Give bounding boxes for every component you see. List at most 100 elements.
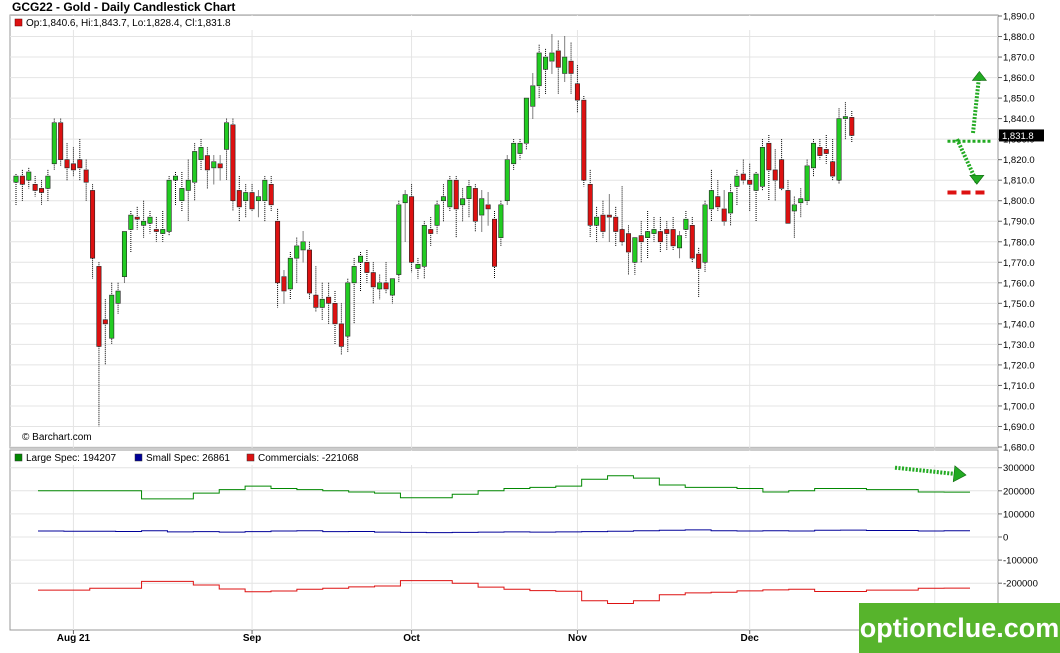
- candle-down: [568, 60, 574, 74]
- candle-down: [696, 253, 702, 269]
- candle-up: [791, 204, 797, 212]
- candle-up: [434, 204, 440, 226]
- candle-up: [543, 56, 549, 70]
- y-tick-label: 1,720.0: [1003, 360, 1035, 371]
- candle-up: [632, 237, 638, 263]
- candle-up: [389, 278, 395, 296]
- candle-up: [810, 142, 816, 169]
- candle-up: [211, 161, 217, 169]
- candle-up: [166, 179, 172, 232]
- candle-up: [351, 266, 357, 284]
- candle-up: [377, 282, 383, 290]
- candle-down: [338, 323, 344, 347]
- candle-down: [306, 249, 312, 294]
- candle-down: [204, 155, 210, 171]
- candle-up: [185, 179, 191, 191]
- candle-down: [364, 261, 370, 273]
- chart-credit: © Barchart.com: [22, 432, 92, 443]
- candle-up: [109, 294, 115, 339]
- last-price-label: 1,831.8: [1002, 131, 1034, 142]
- candle-down: [268, 183, 274, 206]
- candle-down: [275, 220, 281, 284]
- candle-down: [453, 179, 459, 210]
- watermark-logo: optionclue.com: [859, 603, 1060, 653]
- candle-up: [651, 229, 657, 234]
- chart-canvas: GCG22 - Gold - Daily Candlestick Chart 1…: [9, 0, 1044, 644]
- candle-down: [574, 83, 580, 101]
- y-tick-label: 1,770.0: [1003, 258, 1035, 269]
- candle-up: [300, 241, 306, 251]
- candle-up: [798, 198, 804, 204]
- candle-down: [32, 183, 38, 191]
- candle-down: [236, 190, 242, 208]
- candle-down: [332, 303, 338, 325]
- y-tick-label: 1,750.0: [1003, 299, 1035, 310]
- y-tick-label: 1,870.0: [1003, 53, 1035, 64]
- candle-up: [517, 142, 523, 154]
- ohlc-color-swatch: [14, 18, 23, 27]
- candle-down: [785, 190, 791, 224]
- candle-down: [849, 117, 855, 136]
- candle-up: [128, 214, 134, 230]
- watermark-text: optionclue.com: [859, 612, 1060, 643]
- candle-down: [779, 159, 785, 189]
- y-tick-label: 1,690.0: [1003, 422, 1035, 433]
- candle-down: [491, 218, 497, 267]
- candle-up: [466, 186, 472, 199]
- candle-down: [555, 50, 561, 68]
- y-tick-label: 1,680.0: [1003, 443, 1035, 454]
- chart-title: GCG22 - Gold - Daily Candlestick Chart: [12, 0, 235, 14]
- candle-down: [664, 229, 670, 234]
- candle-down: [747, 179, 753, 185]
- y-tick-label: 300000: [1003, 463, 1035, 474]
- cot-frame: [9, 449, 999, 631]
- candle-up: [115, 290, 121, 304]
- candle-down: [587, 183, 593, 226]
- candle-down: [740, 173, 746, 181]
- x-tick-label: Dec: [741, 633, 760, 644]
- y-tick-label: 1,790.0: [1003, 217, 1035, 228]
- candle-down: [96, 266, 102, 347]
- candle-up: [402, 194, 408, 204]
- candle-down: [817, 147, 823, 156]
- candle-up: [728, 192, 734, 214]
- candle-down: [383, 282, 389, 290]
- candle-up: [440, 196, 446, 202]
- y-tick-label: 1,850.0: [1003, 94, 1035, 105]
- candle-up: [447, 179, 453, 208]
- y-tick-label: 1,780.0: [1003, 237, 1035, 248]
- candle-down: [281, 276, 287, 292]
- candle-up: [536, 52, 542, 87]
- y-tick-label: 1,880.0: [1003, 32, 1035, 43]
- candle-up: [13, 175, 19, 183]
- candle-up: [147, 216, 153, 224]
- candle-up: [511, 142, 517, 165]
- y-tick-label: 1,740.0: [1003, 319, 1035, 330]
- candle-up: [734, 175, 740, 187]
- candle-up: [702, 204, 708, 263]
- x-axis: Aug 21SepOctNovDecJan: [57, 630, 943, 644]
- candle-up: [287, 257, 293, 290]
- y-tick-label: 1,810.0: [1003, 176, 1035, 187]
- y-tick-label: 1,890.0: [1003, 12, 1035, 23]
- legend-entry: Small Spec: 26861: [146, 453, 230, 464]
- candle-up: [677, 235, 683, 249]
- candle-up: [421, 225, 427, 267]
- candle-down: [625, 233, 631, 253]
- y-tick-label: 1,860.0: [1003, 73, 1035, 84]
- candle-up: [759, 147, 765, 187]
- candle-up: [594, 216, 600, 226]
- candle-down: [102, 319, 108, 325]
- candle-up: [262, 179, 268, 202]
- candle-up: [345, 282, 351, 337]
- candle-down: [721, 208, 727, 222]
- legend-swatch: [134, 453, 143, 462]
- candle-down: [485, 204, 491, 210]
- candle-up: [224, 122, 230, 150]
- candle-up: [562, 56, 568, 74]
- candle-down: [619, 229, 625, 243]
- x-tick-label: Oct: [403, 633, 420, 644]
- ohlc-readout: Op:1,840.6, Hi:1,843.7, Lo:1,828.4, Cl:1…: [26, 18, 231, 29]
- candle-down: [90, 190, 96, 259]
- legend-swatch: [14, 453, 23, 462]
